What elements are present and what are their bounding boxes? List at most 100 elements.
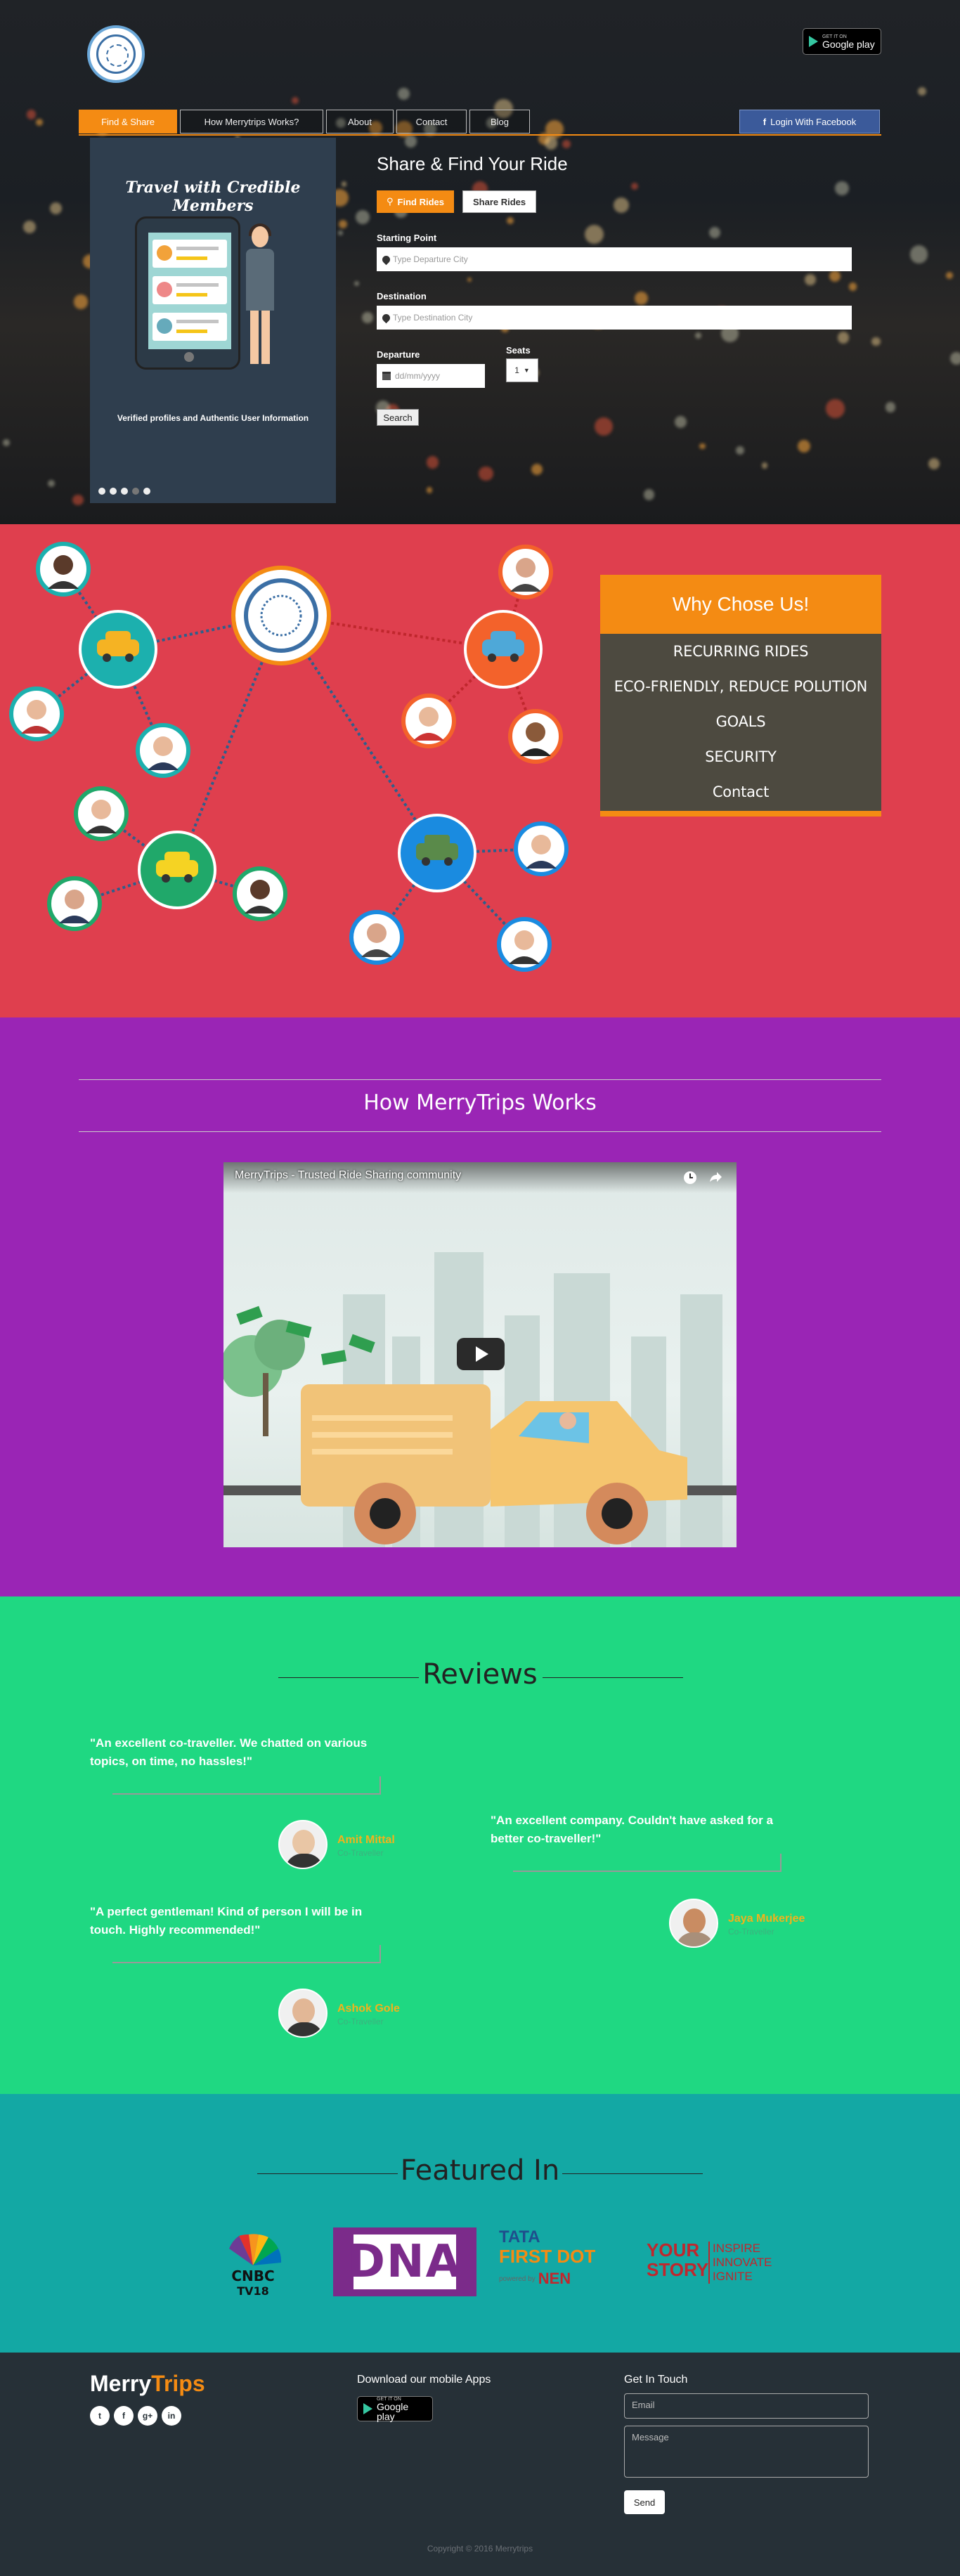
why-item-contact[interactable]: Contact [600,774,881,809]
vehicle-node-teal [79,610,157,689]
why-item-eco[interactable]: ECO-FRIENDLY, REDUCE POLUTION [600,669,881,704]
city-light [643,489,655,500]
your-text: YOUR [647,2239,700,2260]
brand-merry: Merry [90,2371,152,2396]
how-title: How MerryTrips Works [363,1091,597,1115]
find-rides-button[interactable]: ⚲ Find Rides [377,190,454,213]
why-item-security[interactable]: SECURITY [600,739,881,774]
ride-network-illustration [9,542,569,972]
city-light [337,230,343,236]
city-light [544,136,557,150]
why-item-recurring[interactable]: RECURRING RIDES [600,634,881,669]
watch-later-icon[interactable] [683,1171,697,1185]
cnbc-text: CNBC [231,2268,274,2284]
linkedin-icon[interactable]: in [162,2406,181,2426]
google-play-badge-header[interactable]: GET IT ON Google play [803,28,881,55]
city-light [950,352,960,365]
nav-how-works[interactable]: How Merrytrips Works? [180,110,323,134]
video-player[interactable]: MerryTrips - Trusted Ride Sharing commun… [223,1162,737,1547]
seats-value: 1 [514,365,519,375]
facebook-icon[interactable]: f [114,2406,134,2426]
merrytrips-logo[interactable] [87,25,145,83]
city-light [22,221,37,234]
carousel-dot[interactable] [110,488,117,495]
city-light [26,110,36,119]
city-light [871,337,881,346]
seats-select[interactable]: 1 ▼ [506,358,538,382]
dna-text: DNA [347,2235,462,2289]
nav-find-share[interactable]: Find & Share [79,110,177,134]
video-title[interactable]: MerryTrips - Trusted Ride Sharing commun… [235,1169,461,1182]
starting-point-placeholder: Type Departure City [393,254,468,264]
why-item-goals[interactable]: GOALS [600,704,881,739]
center-logo-node [231,566,331,665]
nav-blog[interactable]: Blog [469,110,530,134]
why-section: Why Chose Us! RECURRING RIDES ECO-FRIEND… [0,524,960,1017]
city-light [928,457,940,469]
facebook-login-button[interactable]: f Login With Facebook [739,110,880,134]
carousel-dot[interactable] [121,488,128,495]
city-light [562,140,571,149]
map-pin-icon [380,312,392,323]
city-light [426,487,433,494]
carousel-dot[interactable] [143,488,150,495]
find-rides-label: Find Rides [397,196,444,207]
reviewer-name-1: Amit Mittal [337,1834,395,1846]
tata-first-dot-logo[interactable]: TATA FIRST DOT powered by NEN [499,2227,604,2298]
city-light [909,245,928,264]
destination-input[interactable]: Type Destination City [377,306,852,330]
google-plus-icon[interactable]: g+ [138,2406,157,2426]
google-play-badge-footer[interactable]: GET IT ON Google play [357,2396,433,2421]
carousel-dot[interactable] [98,488,105,495]
carousel-dot[interactable] [132,488,139,495]
speech-bubble [112,1776,381,1795]
city-light [531,464,543,476]
woman-illustration [240,223,280,367]
reviewer-avatar-2 [669,1899,718,1948]
play-button-icon[interactable] [457,1338,505,1370]
starting-point-input[interactable]: Type Departure City [377,247,852,271]
search-button[interactable]: Search [377,409,419,426]
review-quote-1: "An excellent co-traveller. We chatted o… [90,1736,368,1768]
send-button[interactable]: Send [624,2490,665,2514]
tata-text: TATA [499,2227,540,2246]
contact-title: Get In Touch [624,2374,688,2386]
share-icon[interactable] [708,1171,722,1185]
gplay-large-text: Google play [822,38,875,50]
divider [562,2173,703,2174]
email-field[interactable]: Email [624,2393,869,2419]
apps-title: Download our mobile Apps [357,2374,491,2386]
gplay-large-text: Google play [377,2400,409,2422]
reviewer-name-2: Jaya Mukerjee [728,1913,805,1925]
divider [79,1131,881,1132]
facebook-login-label: Login With Facebook [770,116,857,127]
footer-brand[interactable]: MerryTrips [90,2371,205,2397]
nav-contact[interactable]: Contact [396,110,467,134]
ride-search-form: Share & Find Your Ride ⚲ Find Rides Shar… [377,153,852,426]
feature-carousel[interactable]: Travel with Credible Members Verified pr… [90,138,336,503]
powered-by-text: powered by [499,2275,536,2283]
city-light [699,443,706,450]
dna-logo[interactable]: DNA [333,2227,476,2296]
reviewer-role-2: Co-Traveller [728,1927,774,1937]
share-rides-button[interactable]: Share Rides [462,190,537,213]
city-light [886,402,896,412]
twitter-icon[interactable]: t [90,2406,110,2426]
city-light [404,135,417,148]
brand-trips: Trips [151,2371,205,2396]
vehicle-node-orange [464,610,543,689]
calendar-icon [382,372,391,380]
reviews-section: Reviews "An excellent co-traveller. We c… [0,1596,960,2094]
how-it-works-section: How MerryTrips Works MerryTrips - Truste… [0,1017,960,1596]
facebook-icon: f [763,116,767,127]
reviewer-avatar-1 [278,1820,327,1869]
review-quote-2: "An excellent company. Couldn't have ask… [491,1814,773,1845]
nav-about[interactable]: About [326,110,394,134]
city-light [354,281,360,287]
message-field[interactable]: Message [624,2426,869,2478]
reviewer-avatar-3 [278,1989,327,2038]
yourstory-logo[interactable]: YOUR STORY INSPIRE INNOVATE IGNITE [647,2240,780,2296]
featured-title: Featured In [400,2154,560,2187]
departure-date-input[interactable]: dd/mm/yyyy [377,364,485,388]
cnbc-tv18-logo[interactable]: CNBC TV18 [218,2230,288,2301]
